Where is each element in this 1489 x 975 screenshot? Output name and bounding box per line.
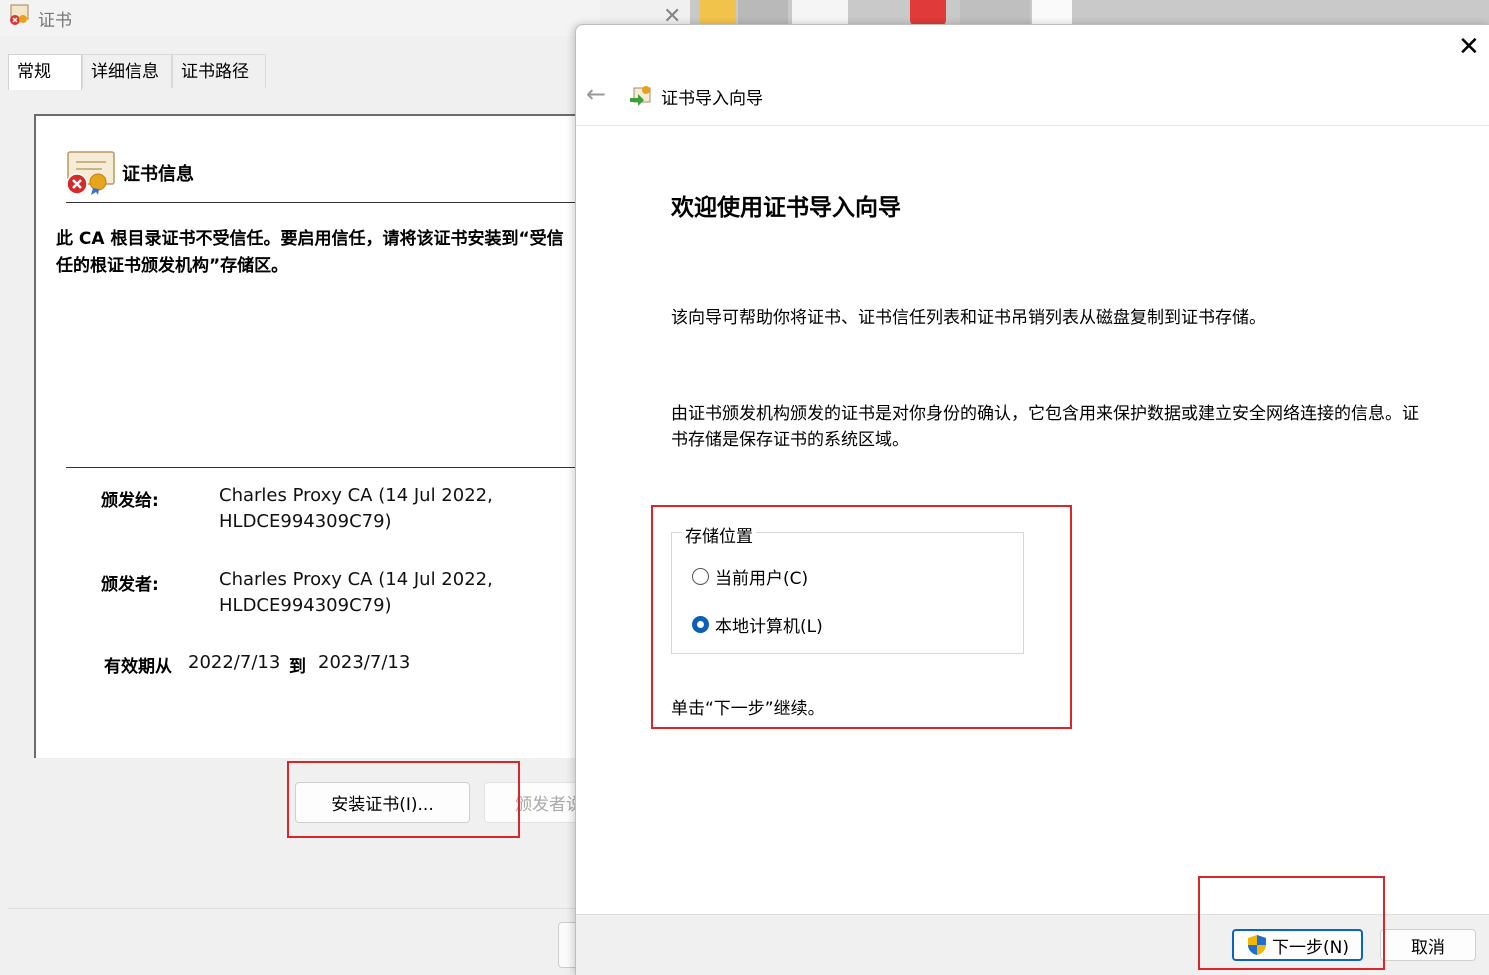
- validity-to-label: 到: [289, 657, 306, 677]
- certificate-info-title: 证书信息: [122, 164, 194, 185]
- divider: [8, 908, 578, 909]
- background-taskbar-strip: [690, 0, 1489, 26]
- warning-line-2: 任的根证书颁发机构”存储区。: [56, 256, 289, 276]
- issued-by-label: 颁发者:: [101, 575, 159, 595]
- tab-details[interactable]: 详细信息: [82, 54, 172, 88]
- divider: [66, 467, 576, 468]
- issued-to-value-line-1: Charles Proxy CA (14 Jul 2022,: [219, 485, 493, 506]
- highlight-next-button: [1198, 876, 1385, 970]
- certificate-titlebar: [0, 0, 600, 36]
- issued-to-value-line-2: HLDCE994309C79): [219, 511, 392, 532]
- divider: [576, 125, 1489, 126]
- issued-to-value: Charles Proxy CA (14 Jul 2022, HLDCE9943…: [219, 483, 493, 535]
- issued-by-value-line-2: HLDCE994309C79): [219, 595, 392, 616]
- valid-to-value: 2023/7/13: [318, 652, 411, 673]
- issued-by-value: Charles Proxy CA (14 Jul 2022, HLDCE9943…: [219, 567, 493, 619]
- untrusted-warning-text: 此 CA 根目录证书不受信任。要启用信任，请将该证书安装到“受信 任的根证书颁发…: [56, 226, 586, 280]
- divider: [66, 202, 576, 203]
- highlight-store-location: [651, 505, 1072, 729]
- certificate-untrusted-icon: [66, 151, 115, 195]
- close-icon[interactable]: ✕: [1458, 34, 1480, 60]
- issued-to-label: 颁发给:: [101, 491, 159, 511]
- tab-general[interactable]: 常规: [8, 54, 82, 90]
- warning-line-1: 此 CA 根目录证书不受信任。要启用信任，请将该证书安装到“受信: [56, 229, 564, 249]
- certificate-error-icon: [10, 4, 29, 25]
- tab-cert-path[interactable]: 证书路径: [172, 54, 266, 88]
- valid-from-value: 2022/7/13: [188, 652, 281, 673]
- issued-by-value-line-1: Charles Proxy CA (14 Jul 2022,: [219, 569, 493, 590]
- back-arrow-icon[interactable]: ←: [586, 80, 606, 108]
- validity-label: 有效期从: [104, 657, 172, 677]
- wizard-description-2: 由证书颁发机构颁发的证书是对你身份的确认，它包含用来保护数据或建立安全网络连接的…: [671, 404, 1419, 450]
- highlight-install-button: [287, 761, 520, 838]
- window-title: 证书: [38, 11, 72, 31]
- wizard-description-1: 该向导可帮助你将证书、证书信任列表和证书吊销列表从磁盘复制到证书存储。: [671, 308, 1266, 328]
- certificate-import-icon: [630, 86, 651, 106]
- certificate-import-wizard: [575, 24, 1489, 975]
- wizard-heading: 欢迎使用证书导入向导: [671, 195, 901, 221]
- wizard-title: 证书导入向导: [661, 89, 763, 109]
- cancel-button[interactable]: 取消: [1380, 929, 1476, 961]
